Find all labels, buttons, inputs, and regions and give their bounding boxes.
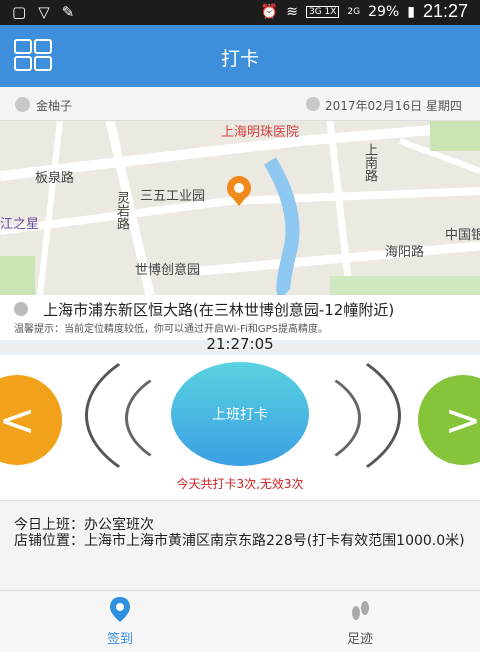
tab-label: 足迹	[346, 632, 373, 647]
bottom-tab-bar: 签到 足迹	[0, 590, 480, 652]
tab-label: 签到	[106, 632, 133, 647]
network-indicator: 3G 1X	[305, 5, 340, 18]
map-label: 江之星	[0, 217, 40, 232]
signal-2g-label: 2G	[347, 6, 361, 17]
tab-footprint[interactable]: 足迹	[240, 591, 480, 652]
map-label: 三五工业园	[140, 189, 206, 204]
clock-in-button[interactable]: 上班打卡	[171, 362, 309, 466]
page-title: 打卡	[220, 48, 259, 70]
map-roads	[0, 121, 480, 295]
app-bar: 打卡	[0, 25, 480, 87]
cast-icon: ▽	[38, 3, 50, 21]
shift-info: 今日上班：办公室班次 店铺位置：上海市上海市黄浦区南京东路228号(打卡有效范围…	[0, 500, 480, 591]
map-label: 中国银	[445, 228, 480, 243]
current-date: 2017年02月16日 星期四	[325, 99, 462, 113]
store-location-text: 店铺位置：上海市上海市黄浦区南京东路228号(打卡有效范围1000.0米)	[14, 533, 465, 549]
alarm-icon: ⏰	[260, 3, 279, 20]
map-label: 海阳路	[385, 245, 425, 260]
map-view[interactable]: 上海明珠医院 板泉路 三五工业园 灵岩路 上南路 世博创意园 海阳路 中国银 江…	[0, 121, 480, 295]
wifi-icon: ≋	[286, 3, 298, 20]
shift-text: 今日上班：办公室班次	[14, 517, 154, 533]
calendar-icon	[306, 97, 320, 111]
footprint-icon	[352, 601, 369, 620]
map-label: 上海明珠医院	[221, 125, 300, 140]
tab-sign-in[interactable]: 签到	[0, 591, 240, 652]
current-address: 上海市浦东新区恒大路(在三林世博创意园-12幢附近)	[43, 301, 395, 319]
user-bar: 金柚子 2017年02月16日 星期四	[0, 87, 480, 121]
punch-area: < > 上班打卡 今天共打卡3次,无效3次	[0, 355, 480, 500]
map-label: 板泉路	[35, 171, 75, 186]
location-pin-icon	[110, 597, 130, 622]
edit-icon: ✎	[61, 3, 75, 21]
map-label: 上南路	[362, 143, 377, 182]
prev-button[interactable]: <	[0, 375, 62, 465]
shield-icon: ▢	[12, 3, 27, 21]
map-label: 世博创意园	[135, 263, 201, 278]
accuracy-tip: 温馨提示：当前定位精度较低，你可以通过开启Wi-Fi和GPS提高精度。	[14, 324, 328, 335]
user-name: 金柚子	[36, 99, 73, 113]
current-time: 21:27:05	[206, 335, 274, 353]
status-time: 21:27	[422, 1, 468, 21]
battery-icon: ▮	[407, 3, 415, 20]
punch-summary: 今天共打卡3次,无效3次	[176, 477, 304, 491]
next-button[interactable]: >	[418, 375, 480, 465]
user-icon	[15, 97, 30, 112]
status-bar: ▢ ▽ ✎ ⏰ ≋ 3G 1X 2G 29% ▮ 21:27	[0, 0, 480, 25]
battery-percent: 29%	[368, 3, 400, 20]
location-icon	[14, 302, 28, 316]
location-row: 上海市浦东新区恒大路(在三林世博创意园-12幢附近) 温馨提示：当前定位精度较低…	[0, 295, 480, 340]
map-label: 灵岩路	[114, 191, 129, 230]
